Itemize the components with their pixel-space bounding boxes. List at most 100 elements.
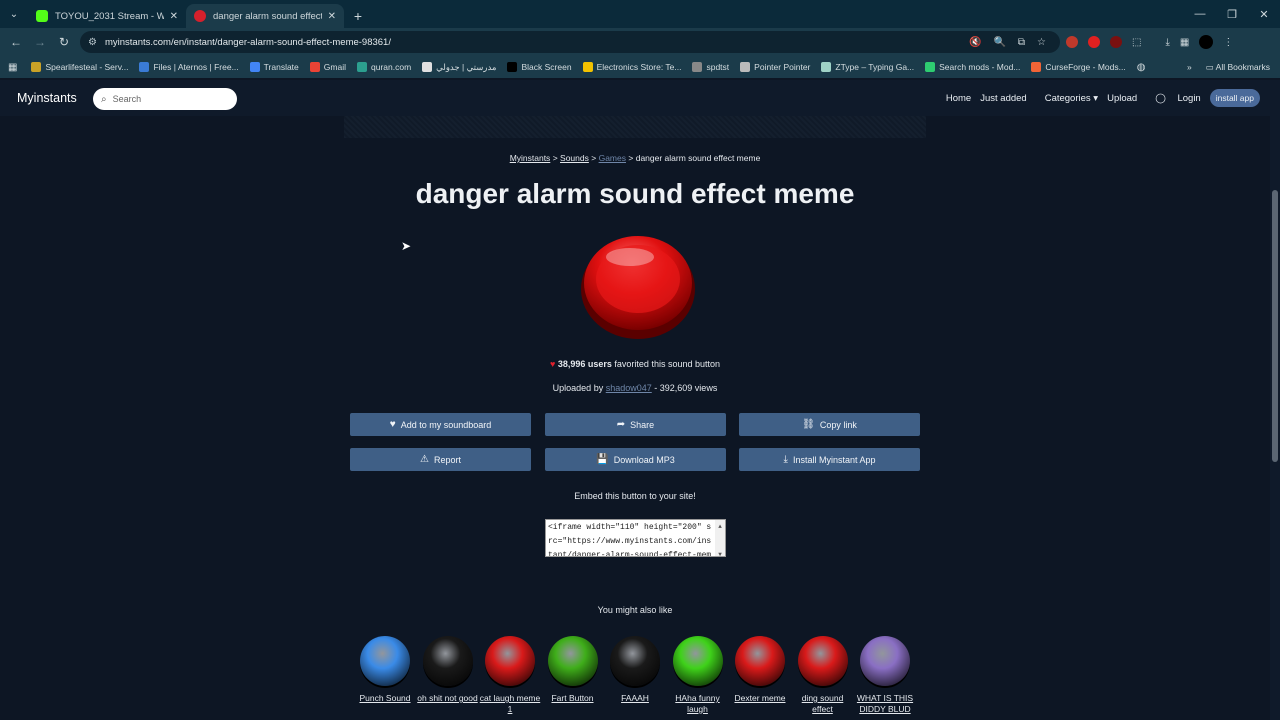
share-button[interactable]: ➦ Share [545, 413, 726, 436]
new-tab-icon[interactable]: + [344, 4, 372, 28]
nav-login[interactable]: ◯ Login [1146, 93, 1201, 104]
related-sound-item[interactable]: Fart Button [542, 636, 604, 704]
bookmark-favicon-icon [692, 62, 703, 72]
apps-grid-icon[interactable]: ▦ [1180, 37, 1189, 48]
sound-button-icon[interactable] [610, 636, 660, 686]
profile-avatar[interactable] [1199, 35, 1214, 49]
bookmark-favicon-icon [821, 62, 832, 72]
related-sound-item[interactable]: HAha funny laugh [667, 636, 729, 715]
bookmark-item[interactable]: spdtst [692, 62, 729, 73]
more-bookmarks-icon[interactable]: » [1187, 62, 1192, 72]
extension-icon[interactable] [1110, 36, 1122, 48]
browser-tab-1[interactable]: TOYOU_2031 Stream - Watch Li ✕ [28, 4, 186, 28]
site-logo[interactable]: Myinstants [17, 91, 77, 105]
sound-button-icon[interactable] [547, 636, 598, 686]
save-icon: 💾 [596, 454, 609, 465]
bookmark-star-icon[interactable]: ☆ [1037, 37, 1046, 48]
browser-tab-2[interactable]: danger alarm sound effect meme ✕ [186, 4, 344, 28]
play-sound-button[interactable] [580, 231, 696, 339]
apps-icon[interactable]: ▦ [8, 62, 17, 73]
related-sound-item[interactable]: Dexter meme [729, 636, 791, 704]
scrollbar-thumb[interactable] [1272, 190, 1278, 462]
all-bookmarks[interactable]: ▭ All Bookmarks [1206, 62, 1270, 73]
related-sound-label[interactable]: cat laugh meme 1 [479, 693, 541, 715]
install-page-icon[interactable]: ⧉ [1018, 37, 1025, 48]
download-icon[interactable]: ⤓ [1165, 37, 1169, 48]
related-sound-item[interactable]: oh shit not good [417, 636, 479, 704]
sound-button-icon[interactable] [672, 636, 723, 686]
extensions-puzzle-icon[interactable]: ⬚ [1132, 37, 1141, 48]
uploader-link[interactable]: shadow047 [606, 383, 652, 393]
bookmark-item[interactable]: CurseForge - Mods... [1031, 62, 1126, 73]
related-sound-item[interactable]: Punch Sound [354, 636, 416, 704]
sound-muted-icon[interactable]: 🔇 [969, 37, 981, 48]
page-scrollbar[interactable] [1270, 80, 1280, 720]
related-sound-label[interactable]: HAha funny laugh [667, 693, 729, 715]
nav-home[interactable]: Home [946, 93, 971, 104]
breadcrumb-games[interactable]: Games [599, 153, 626, 163]
bookmark-item[interactable]: Search mods - Mod... [925, 62, 1020, 73]
add-to-soundboard-button[interactable]: ♥ Add to my soundboard [350, 413, 531, 436]
minimize-icon[interactable]: — [1184, 0, 1216, 28]
related-sound-item[interactable]: ding sound effect [792, 636, 854, 715]
bookmark-item[interactable]: Spearlifesteal - Serv... [31, 62, 128, 73]
globe-icon[interactable]: ◍ [1137, 62, 1146, 73]
install-app-button[interactable]: install app [1209, 89, 1260, 107]
bookmark-item[interactable]: Pointer Pointer [740, 62, 810, 73]
embed-code-textarea[interactable]: <iframe width="110" height="200" src="ht… [545, 519, 726, 557]
sound-button-icon[interactable] [735, 636, 785, 686]
tab-search-chevron-icon[interactable]: ⌄ [0, 0, 28, 28]
nav-categories[interactable]: Categories ▾ [1036, 93, 1098, 104]
report-button[interactable]: ⚠ Report [350, 448, 531, 471]
bookmark-item[interactable]: Translate [249, 62, 299, 73]
download-mp3-button[interactable]: 💾 Download MP3 [545, 448, 726, 471]
related-sound-label[interactable]: WHAT IS THIS DIDDY BLUD [854, 693, 916, 715]
forward-icon[interactable]: → [28, 35, 52, 49]
related-sound-label[interactable]: Fart Button [542, 693, 604, 704]
extension-icon[interactable] [1088, 36, 1100, 48]
bookmark-item[interactable]: Files | Aternos | Free... [139, 62, 239, 73]
bookmark-item[interactable]: مدرستي | جدولي [422, 62, 496, 73]
back-icon[interactable]: ← [4, 35, 28, 49]
nav-upload[interactable]: Upload [1107, 93, 1137, 104]
bookmark-item[interactable]: Electronics Store: Te... [582, 62, 681, 73]
zoom-icon[interactable]: 🔍 [993, 37, 1005, 48]
related-sound-label[interactable]: ding sound effect [792, 693, 854, 715]
related-sound-label[interactable]: Dexter meme [729, 693, 791, 704]
bookmark-item[interactable]: ZType – Typing Ga... [821, 62, 914, 73]
install-myinstant-app-button[interactable]: ⤓ Install Myinstant App [739, 448, 920, 471]
textarea-scrollbar[interactable]: ▲ ▼ [715, 520, 725, 556]
all-bookmarks-label: All Bookmarks [1215, 61, 1270, 72]
related-sound-label[interactable]: oh shit not good [417, 693, 479, 704]
extension-icon[interactable] [1066, 36, 1078, 48]
related-sound-item[interactable]: WHAT IS THIS DIDDY BLUD [854, 636, 916, 715]
related-sound-item[interactable]: FAAAH [604, 636, 666, 704]
sound-button-icon[interactable] [860, 636, 910, 686]
related-sound-label[interactable]: FAAAH [604, 693, 666, 704]
search-icon: ⌕ [101, 93, 107, 105]
breadcrumb-current: danger alarm sound effect meme [635, 153, 761, 163]
related-sound-item[interactable]: cat laugh meme 1 [479, 636, 541, 715]
menu-kebab-icon[interactable]: ⋮ [1223, 37, 1233, 48]
bookmark-item[interactable]: Black Screen [507, 62, 572, 73]
sound-button-icon[interactable] [360, 636, 410, 686]
copy-link-button[interactable]: ⛓ Copy link [739, 413, 920, 436]
sound-button-icon[interactable] [422, 636, 473, 686]
close-window-icon[interactable]: ✕ [1248, 0, 1280, 28]
related-sound-label[interactable]: Punch Sound [354, 693, 416, 704]
sound-button-icon[interactable] [797, 636, 848, 686]
address-bar[interactable]: ⚙ myinstants.com/en/instant/danger-alarm… [80, 31, 1060, 53]
close-tab-icon[interactable]: ✕ [170, 11, 178, 22]
nav-just-added[interactable]: Just added [980, 93, 1026, 104]
breadcrumb-myinstants[interactable]: Myinstants [510, 153, 551, 163]
restore-icon[interactable]: ❐ [1216, 0, 1248, 28]
bookmark-label: Search mods - Mod... [939, 62, 1021, 72]
sound-button-icon[interactable] [485, 636, 535, 686]
bookmark-item[interactable]: quran.com [356, 62, 411, 73]
search-input[interactable]: ⌕ Search [93, 88, 237, 110]
breadcrumb-sounds[interactable]: Sounds [560, 153, 589, 163]
bookmark-item[interactable]: Gmail [309, 62, 346, 73]
reload-icon[interactable]: ↻ [52, 35, 76, 49]
close-tab-icon[interactable]: ✕ [328, 11, 336, 22]
site-info-icon[interactable]: ⚙ [88, 37, 97, 48]
